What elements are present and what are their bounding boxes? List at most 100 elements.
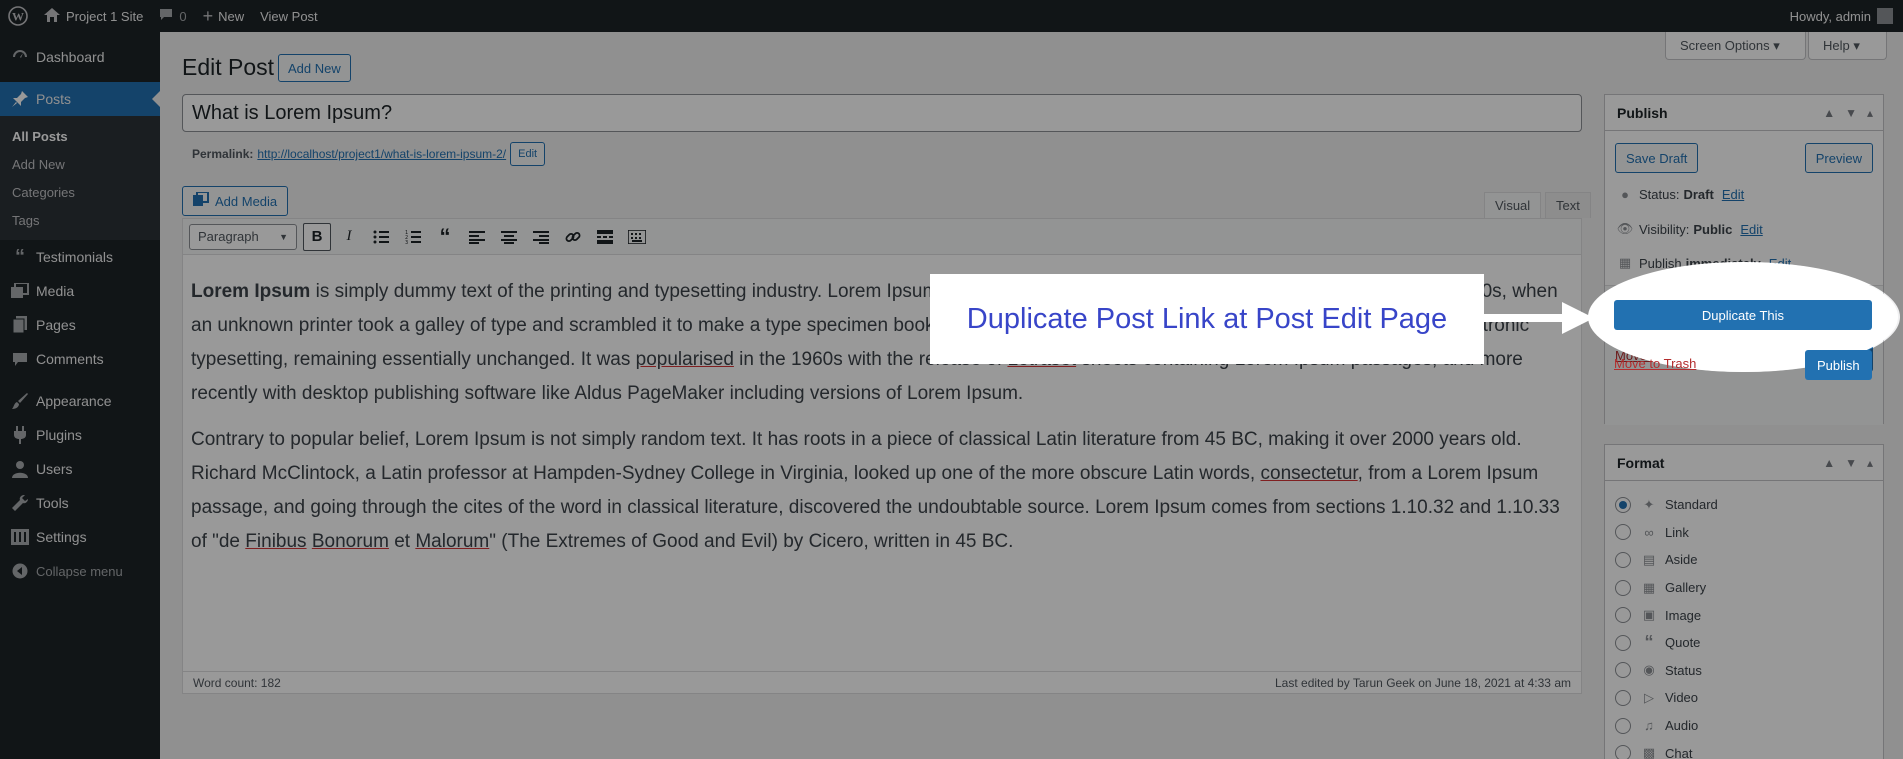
visibility-value: Public bbox=[1693, 221, 1733, 237]
blockquote-button[interactable]: “ bbox=[431, 223, 459, 251]
collapse-menu-button[interactable]: Collapse menu bbox=[0, 554, 160, 588]
radio-button[interactable] bbox=[1615, 579, 1631, 596]
publish-box-header[interactable]: Publish ▲ ▼ ▴ bbox=[1605, 95, 1883, 131]
format-option-label: Aside bbox=[1665, 552, 1698, 568]
submenu-tags[interactable]: Tags bbox=[0, 206, 160, 234]
edit-status-link[interactable]: Edit bbox=[1722, 187, 1744, 202]
site-name: Project 1 Site bbox=[66, 8, 144, 24]
permalink-url[interactable]: http://localhost/project1/what-is-lorem-… bbox=[257, 147, 506, 161]
comments-link[interactable]: 0 bbox=[151, 0, 194, 32]
radio-button[interactable] bbox=[1615, 634, 1631, 651]
menu-testimonials[interactable]: “ Testimonials bbox=[0, 240, 160, 274]
admin-bar: W Project 1 Site 0 + New View Post Howdy… bbox=[0, 0, 1903, 32]
radio-button[interactable] bbox=[1615, 524, 1631, 541]
menu-appearance[interactable]: Appearance bbox=[0, 384, 160, 418]
account-menu[interactable]: Howdy, admin bbox=[1782, 0, 1903, 32]
menu-media[interactable]: Media bbox=[0, 274, 160, 308]
highlighted-move-to-trash-link[interactable]: Move to Trash bbox=[1614, 356, 1696, 371]
tab-text[interactable]: Text bbox=[1545, 192, 1591, 218]
tab-visual[interactable]: Visual bbox=[1484, 192, 1542, 218]
format-option-gallery[interactable]: ▦ Gallery bbox=[1615, 574, 1873, 602]
format-option-quote[interactable]: “ Quote bbox=[1615, 629, 1873, 657]
collapse-arrow-icon[interactable]: ▴ bbox=[1867, 106, 1873, 120]
format-option-status[interactable]: ◉ Status bbox=[1615, 657, 1873, 685]
video-icon: ▷ bbox=[1644, 689, 1654, 705]
chevron-down-icon[interactable]: ▼ bbox=[1845, 456, 1857, 470]
quote-icon: “ bbox=[15, 245, 25, 268]
bulleted-list-button[interactable] bbox=[367, 223, 395, 251]
radio-button[interactable] bbox=[1615, 607, 1631, 624]
menu-settings[interactable]: Settings bbox=[0, 520, 160, 554]
format-option-label: Status bbox=[1665, 662, 1702, 678]
help-button[interactable]: Help ▾ bbox=[1808, 32, 1887, 60]
menu-posts[interactable]: Posts bbox=[0, 82, 160, 116]
paragraph-format-select[interactable]: Paragraph ▼ bbox=[189, 223, 297, 250]
collapse-icon bbox=[10, 561, 30, 581]
new-content-link[interactable]: + New bbox=[195, 0, 253, 32]
highlighted-publish-button[interactable]: Publish bbox=[1805, 350, 1872, 380]
format-option-label: Image bbox=[1665, 607, 1702, 623]
bold-button[interactable]: B bbox=[303, 222, 331, 251]
save-draft-button[interactable]: Save Draft bbox=[1615, 143, 1699, 173]
read-more-button[interactable] bbox=[591, 223, 619, 251]
align-right-button[interactable] bbox=[527, 223, 555, 251]
chevron-down-icon[interactable]: ▼ bbox=[1845, 106, 1857, 120]
submenu-categories[interactable]: Categories bbox=[0, 178, 160, 206]
insert-link-button[interactable] bbox=[559, 223, 587, 251]
screen-options-button[interactable]: Screen Options ▾ bbox=[1665, 32, 1806, 60]
menu-comments[interactable]: Comments bbox=[0, 342, 160, 376]
align-center-button[interactable] bbox=[495, 223, 523, 251]
menu-users[interactable]: Users bbox=[0, 452, 160, 486]
format-box-title: Format bbox=[1617, 454, 1665, 471]
wordpress-logo-icon[interactable]: W bbox=[0, 0, 36, 32]
italic-button[interactable]: I bbox=[335, 223, 363, 251]
svg-text:W: W bbox=[12, 10, 24, 24]
format-option-image[interactable]: ▣ Image bbox=[1615, 601, 1873, 629]
chevron-up-icon[interactable]: ▲ bbox=[1823, 456, 1835, 470]
submenu-add-new[interactable]: Add New bbox=[0, 150, 160, 178]
site-name-link[interactable]: Project 1 Site bbox=[36, 0, 151, 32]
format-option-audio[interactable]: ♫ Audio bbox=[1615, 712, 1873, 740]
format-option-chat[interactable]: ▩ Chat bbox=[1615, 739, 1873, 759]
radio-button[interactable] bbox=[1615, 745, 1631, 759]
post-title-input[interactable]: What is Lorem Ipsum? bbox=[182, 94, 1582, 132]
content-paragraph-2: Contrary to popular belief, Lorem Ipsum … bbox=[191, 423, 1573, 559]
submenu-all-posts[interactable]: All Posts bbox=[0, 122, 160, 150]
menu-dashboard[interactable]: Dashboard bbox=[0, 40, 160, 74]
format-option-aside[interactable]: ▤ Aside bbox=[1615, 546, 1873, 574]
home-icon bbox=[44, 7, 60, 25]
chevron-up-icon[interactable]: ▲ bbox=[1823, 106, 1835, 120]
collapse-arrow-icon[interactable]: ▴ bbox=[1867, 456, 1873, 470]
menu-label: Posts bbox=[36, 91, 72, 107]
menu-tools[interactable]: Tools bbox=[0, 486, 160, 520]
radio-button[interactable] bbox=[1615, 496, 1631, 513]
preview-button[interactable]: Preview bbox=[1804, 143, 1873, 173]
view-post-link[interactable]: View Post bbox=[252, 0, 326, 32]
edit-visibility-link[interactable]: Edit bbox=[1740, 222, 1762, 237]
menu-label: Comments bbox=[36, 351, 104, 367]
text-run: " (The Extremes of Good and Evil) by Cic… bbox=[489, 531, 1014, 552]
numbered-list-button[interactable]: 123 bbox=[399, 223, 427, 251]
box-controls: ▲ ▼ ▴ bbox=[1823, 106, 1873, 120]
format-option-standard[interactable]: ✦ Standard bbox=[1615, 491, 1873, 519]
dashboard-icon bbox=[10, 47, 30, 67]
radio-button[interactable] bbox=[1615, 689, 1631, 706]
format-box-header[interactable]: Format ▲ ▼ ▴ bbox=[1605, 445, 1883, 481]
status-label: Status: bbox=[1639, 187, 1680, 202]
menu-pages[interactable]: Pages bbox=[0, 308, 160, 342]
format-option-video[interactable]: ▷ Video bbox=[1615, 684, 1873, 712]
align-left-button[interactable] bbox=[463, 223, 491, 251]
format-option-link[interactable]: ∞ Link bbox=[1615, 519, 1873, 547]
pin-location-icon: ● bbox=[1621, 187, 1629, 202]
edit-permalink-button[interactable]: Edit bbox=[510, 142, 546, 166]
toolbar-toggle-button[interactable] bbox=[623, 223, 651, 251]
radio-button[interactable] bbox=[1615, 662, 1631, 679]
highlighted-duplicate-this-button[interactable]: Duplicate This bbox=[1614, 300, 1872, 330]
radio-button[interactable] bbox=[1615, 717, 1631, 734]
menu-plugins[interactable]: Plugins bbox=[0, 418, 160, 452]
menu-label: Plugins bbox=[36, 427, 82, 443]
radio-button[interactable] bbox=[1615, 551, 1631, 568]
format-option-label: Chat bbox=[1665, 745, 1693, 759]
add-media-button[interactable]: Add Media bbox=[182, 186, 289, 216]
add-new-post-button[interactable]: Add New bbox=[278, 54, 351, 82]
